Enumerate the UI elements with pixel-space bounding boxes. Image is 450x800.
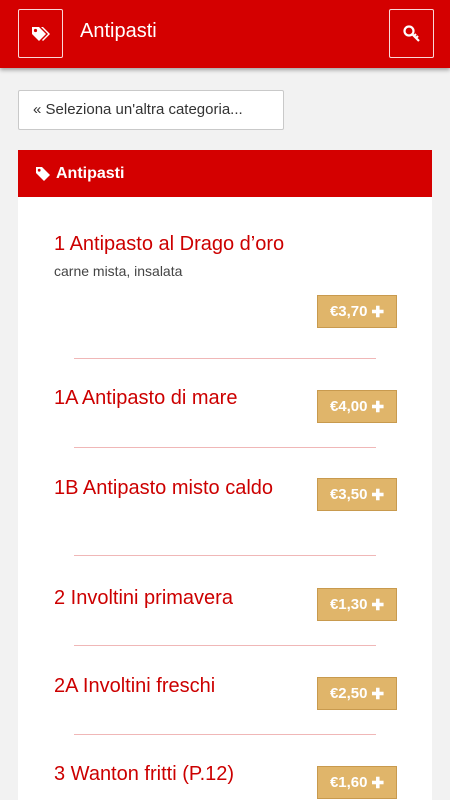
tags-icon	[31, 26, 50, 41]
category-title: Antipasti	[56, 164, 125, 182]
item-price: €2,50	[329, 685, 368, 702]
divider	[74, 447, 376, 448]
add-item-button[interactable]: €3,50 ✚	[317, 478, 397, 511]
plus-icon: ✚	[371, 774, 385, 792]
plus-icon: ✚	[371, 486, 385, 504]
item-name: 1B Antipasto misto caldo	[54, 477, 274, 499]
item-name: 1 Antipasto al Drago d’oro	[54, 233, 285, 255]
item-name: 2 Involtini primavera	[54, 587, 233, 609]
item-name: 2A Involtini freschi	[54, 675, 216, 697]
plus-icon: ✚	[371, 596, 385, 614]
item-name: 1A Antipasto di mare	[54, 387, 238, 409]
select-other-category-button[interactable]: « Seleziona un'altra categoria...	[18, 90, 284, 130]
divider	[74, 358, 376, 359]
add-item-button[interactable]: €3,70 ✚	[317, 295, 397, 328]
plus-icon: ✚	[371, 398, 385, 416]
item-price: €1,30	[329, 596, 368, 613]
divider	[74, 645, 376, 646]
add-item-button[interactable]: €1,60 ✚	[317, 766, 397, 799]
tag-icon	[36, 166, 50, 181]
item-price: €1,60	[329, 774, 368, 791]
add-item-button[interactable]: €1,30 ✚	[317, 588, 397, 621]
divider	[74, 555, 376, 556]
login-button[interactable]	[389, 9, 434, 58]
divider	[74, 734, 376, 735]
category-header: Antipasti	[18, 150, 432, 197]
tags-button[interactable]	[18, 9, 63, 58]
menu-list: 1 Antipasto al Drago d’oro carne mista, …	[18, 197, 432, 800]
item-description: carne mista, insalata	[54, 263, 183, 279]
item-name: 3 Wanton fritti (P.12)	[54, 763, 235, 785]
add-item-button[interactable]: €2,50 ✚	[317, 677, 397, 710]
item-price: €3,70	[329, 303, 368, 320]
item-price: €4,00	[329, 398, 368, 415]
key-icon	[402, 24, 420, 42]
item-price: €3,50	[329, 486, 368, 503]
plus-icon: ✚	[371, 303, 385, 321]
page-title: Antipasti	[80, 20, 157, 42]
add-item-button[interactable]: €4,00 ✚	[317, 390, 397, 423]
plus-icon: ✚	[371, 685, 385, 703]
app-bar: Antipasti	[0, 0, 450, 68]
